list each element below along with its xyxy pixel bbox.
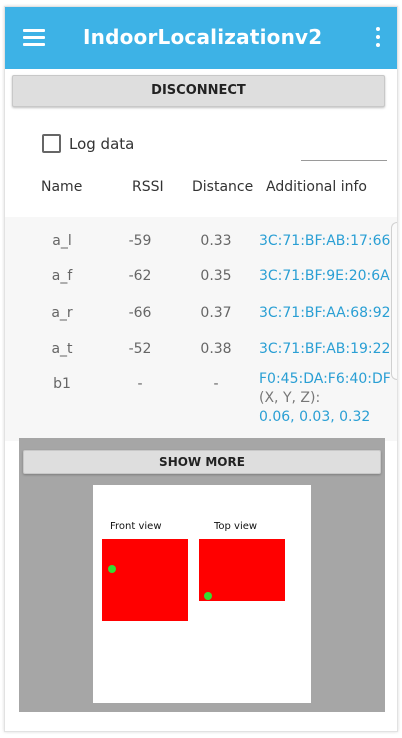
table-cell-name: a_r xyxy=(51,305,73,321)
table-cell-name: a_l xyxy=(52,233,72,249)
table-cell-distance: 0.35 xyxy=(200,268,232,284)
input-field[interactable] xyxy=(301,147,387,161)
coordinates-value: 0.06, 0.03, 0.32 xyxy=(259,409,371,425)
table-cell-mac: 3C:71:BF:AB:19:22 xyxy=(259,341,391,357)
top-view-position-marker xyxy=(204,592,212,600)
table-cell-rssi: -66 xyxy=(128,305,152,321)
table-cell-mac: 3C:71:BF:9E:20:6A xyxy=(259,268,390,284)
front-view-position-marker xyxy=(108,565,116,573)
table-cell-rssi: -52 xyxy=(128,341,152,357)
table-cell-mac: 3C:71:BF:AB:17:66 xyxy=(259,233,391,249)
table-cell-rssi: -62 xyxy=(128,268,152,284)
app-title: IndoorLocalizationv2 xyxy=(83,25,323,49)
position-canvas: Front view Top view xyxy=(93,485,311,703)
disconnect-button[interactable]: DISCONNECT xyxy=(12,75,385,107)
log-data-checkbox[interactable] xyxy=(42,134,61,153)
front-view-label: Front view xyxy=(110,521,162,532)
table-cell-distance: - xyxy=(213,376,219,392)
table-cell-mac: 3C:71:BF:AA:68:92 xyxy=(259,305,391,321)
column-header-rssi: RSSI xyxy=(132,179,164,195)
show-more-button[interactable]: SHOW MORE xyxy=(23,450,381,474)
column-header-info: Additional info xyxy=(266,179,367,195)
table-cell-rssi: -59 xyxy=(128,233,152,249)
coordinates-label: (X, Y, Z): xyxy=(259,390,321,406)
front-view-box xyxy=(102,539,188,621)
hamburger-menu-icon[interactable] xyxy=(23,29,45,47)
table-cell-name: a_f xyxy=(51,268,73,284)
table-cell-distance: 0.33 xyxy=(200,233,232,249)
column-header-name: Name xyxy=(41,179,83,195)
app-window: IndoorLocalizationv2 DISCONNECT Log data… xyxy=(4,6,398,732)
top-view-label: Top view xyxy=(214,521,258,532)
app-bar: IndoorLocalizationv2 xyxy=(5,7,397,69)
log-data-checkbox-row[interactable]: Log data xyxy=(42,134,134,153)
top-view-box xyxy=(199,539,285,601)
scroll-edge-indicator xyxy=(391,222,397,380)
log-data-label: Log data xyxy=(69,134,135,153)
more-vert-icon[interactable] xyxy=(375,27,381,49)
beacon-table xyxy=(5,217,397,441)
table-cell-rssi: - xyxy=(137,376,143,392)
table-cell-name: b1 xyxy=(53,376,71,392)
table-cell-name: a_t xyxy=(51,341,73,357)
table-cell-distance: 0.38 xyxy=(200,341,232,357)
visualization-panel: SHOW MORE Front view Top view xyxy=(19,438,385,712)
table-cell-mac: F0:45:DA:F6:40:DF xyxy=(259,371,391,387)
column-header-distance: Distance xyxy=(192,179,254,195)
table-cell-distance: 0.37 xyxy=(200,305,232,321)
